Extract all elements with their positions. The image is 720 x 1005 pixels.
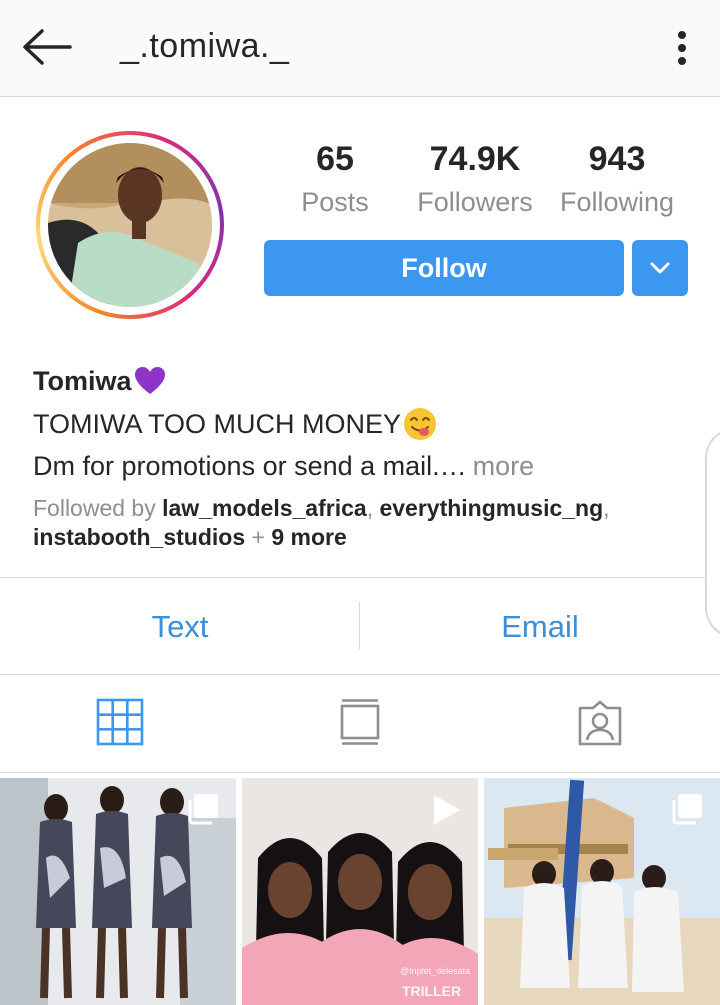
post-tile[interactable] <box>0 778 236 1005</box>
watermark-handle: @triplet_delesata <box>400 966 470 976</box>
followed-by-user[interactable]: everythingmusic_ng <box>379 495 603 521</box>
followed-by-more[interactable]: 9 more <box>271 524 346 550</box>
posts-count-value: 65 <box>316 140 354 178</box>
followers-count-value: 74.9K <box>429 140 521 178</box>
post-tile[interactable] <box>484 778 720 1005</box>
bio-line-2: Dm for promotions or send a mail.… more <box>33 448 703 484</box>
story-ring[interactable] <box>36 131 224 319</box>
posts-count-label: Posts <box>301 187 369 217</box>
bio-line-1-text: TOMIWA TOO MUCH MONEY <box>33 408 402 439</box>
email-button[interactable]: Email <box>360 578 720 674</box>
tab-igtv[interactable] <box>240 676 480 772</box>
bio-line-2-text: Dm for promotions or send a mail.… <box>33 450 467 481</box>
arrow-left-icon[interactable] <box>18 22 74 72</box>
grid-icon <box>96 698 144 746</box>
followed-by-prefix: Followed by <box>33 495 156 521</box>
profile-bio: Tomiwa TOMIWA TOO MUCH MONEY Dm for prom… <box>33 362 703 552</box>
followed-by-user[interactable]: instabooth_studios <box>33 524 245 550</box>
yum-face-icon <box>404 408 437 440</box>
tab-tagged[interactable] <box>480 676 720 772</box>
text-button[interactable]: Text <box>0 578 360 674</box>
divider <box>0 772 720 773</box>
posts-count[interactable]: 65 Posts <box>290 140 380 218</box>
tagged-person-icon <box>578 700 622 746</box>
edge-panel-handle[interactable] <box>705 428 720 638</box>
profile-display-name: Tomiwa <box>33 365 132 396</box>
following-count[interactable]: 943 Following <box>554 140 680 218</box>
follow-button-label: Follow <box>401 253 487 283</box>
profile-username: _.tomiwa._ <box>120 27 290 65</box>
suggested-accounts-button[interactable] <box>632 240 688 296</box>
followed-by-user[interactable]: law_models_africa <box>162 495 367 521</box>
purple-heart-icon <box>134 367 165 394</box>
top-bar: _.tomiwa._ <box>0 0 720 97</box>
multiple-posts-icon <box>672 794 702 825</box>
multiple-posts-icon <box>188 794 218 825</box>
more-link[interactable]: more <box>473 451 535 482</box>
profile-name-row: Tomiwa <box>33 362 703 400</box>
avatar[interactable] <box>48 143 212 307</box>
more-vertical-icon[interactable] <box>664 26 700 70</box>
following-count-label: Following <box>559 187 675 217</box>
follow-button[interactable]: Follow <box>264 240 624 296</box>
chevron-down-icon <box>650 262 670 274</box>
post-tile[interactable]: @triplet_delesata TRILLER <box>242 778 478 1005</box>
tab-grid[interactable] <box>0 676 240 772</box>
followers-count-label: Followers <box>417 187 533 217</box>
watermark-brand: TRILLER <box>402 983 461 999</box>
divider <box>0 674 720 675</box>
followers-count[interactable]: 74.9K Followers <box>412 140 538 218</box>
bio-line-1: TOMIWA TOO MUCH MONEY <box>33 406 703 442</box>
following-count-value: 943 <box>588 140 646 178</box>
followed-by[interactable]: Followed by law_models_africa, everythin… <box>33 494 703 552</box>
play-icon <box>434 795 460 825</box>
igtv-icon <box>340 699 380 745</box>
